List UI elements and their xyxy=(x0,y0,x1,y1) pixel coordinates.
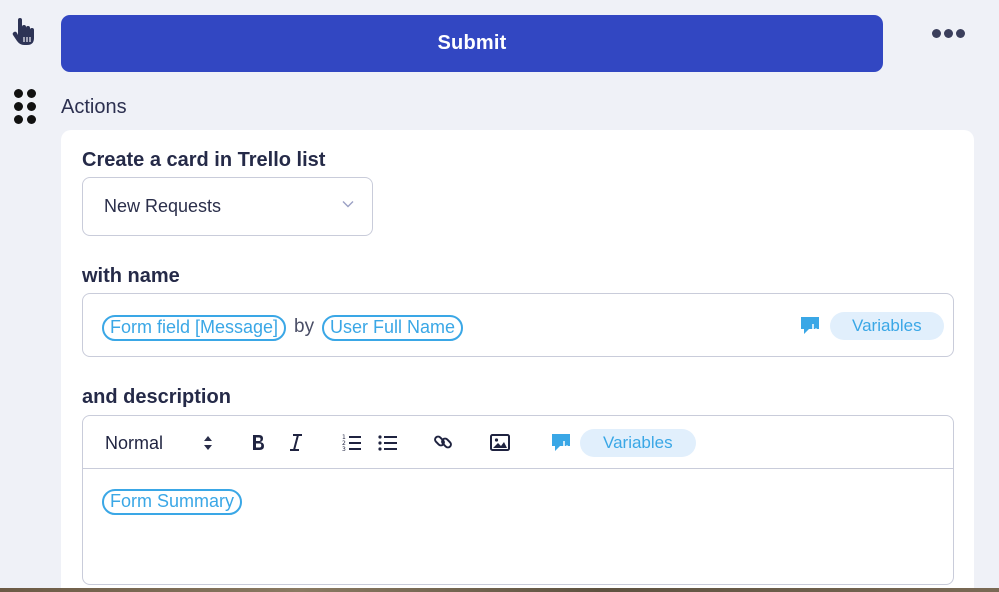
variable-chip[interactable]: Form Summary xyxy=(102,489,243,515)
ordered-list-icon[interactable]: 1 2 3 xyxy=(342,433,362,452)
text-style-select[interactable]: Normal xyxy=(105,433,163,454)
trello-list-select-value: New Requests xyxy=(104,196,222,216)
more-options-button[interactable] xyxy=(930,24,966,42)
description-text-area[interactable]: Form Summary xyxy=(83,470,953,585)
list-label: Create a card in Trello list xyxy=(82,149,326,171)
variables-icon[interactable] xyxy=(799,315,821,337)
action-card: Create a card in Trello list New Request… xyxy=(61,130,974,592)
link-icon[interactable] xyxy=(433,432,453,452)
sort-arrows-icon[interactable] xyxy=(203,435,213,451)
actions-heading: Actions xyxy=(61,96,127,118)
description-label: and description xyxy=(82,386,231,408)
italic-icon[interactable] xyxy=(289,433,303,452)
image-icon[interactable] xyxy=(490,434,510,451)
variables-button[interactable]: Variables xyxy=(830,312,944,340)
name-label: with name xyxy=(82,265,180,287)
variables-icon[interactable] xyxy=(550,432,572,454)
drag-handle-icon[interactable] xyxy=(13,88,37,126)
card-name-field[interactable]: Form field [Message] by User Full Name V… xyxy=(82,293,954,357)
editor-toolbar: Normal 1 2 3 Variables xyxy=(83,416,953,469)
background-strip xyxy=(0,588,999,592)
connector-text: by xyxy=(294,316,315,337)
svg-text:3: 3 xyxy=(342,446,346,452)
variable-chip[interactable]: User Full Name xyxy=(322,315,464,341)
trello-list-select[interactable]: New Requests xyxy=(82,177,373,236)
hand-pointer-icon xyxy=(12,18,34,45)
more-dots-icon xyxy=(931,28,941,38)
variable-chip[interactable]: Form field [Message] xyxy=(102,315,287,341)
submit-button[interactable]: Submit xyxy=(61,15,883,72)
description-editor: Normal 1 2 3 Variables Form Summary xyxy=(82,415,954,585)
variables-button[interactable]: Variables xyxy=(580,429,696,457)
bold-icon[interactable] xyxy=(250,433,266,452)
chevron-down-icon xyxy=(342,201,354,208)
bullet-list-icon[interactable] xyxy=(378,433,398,452)
